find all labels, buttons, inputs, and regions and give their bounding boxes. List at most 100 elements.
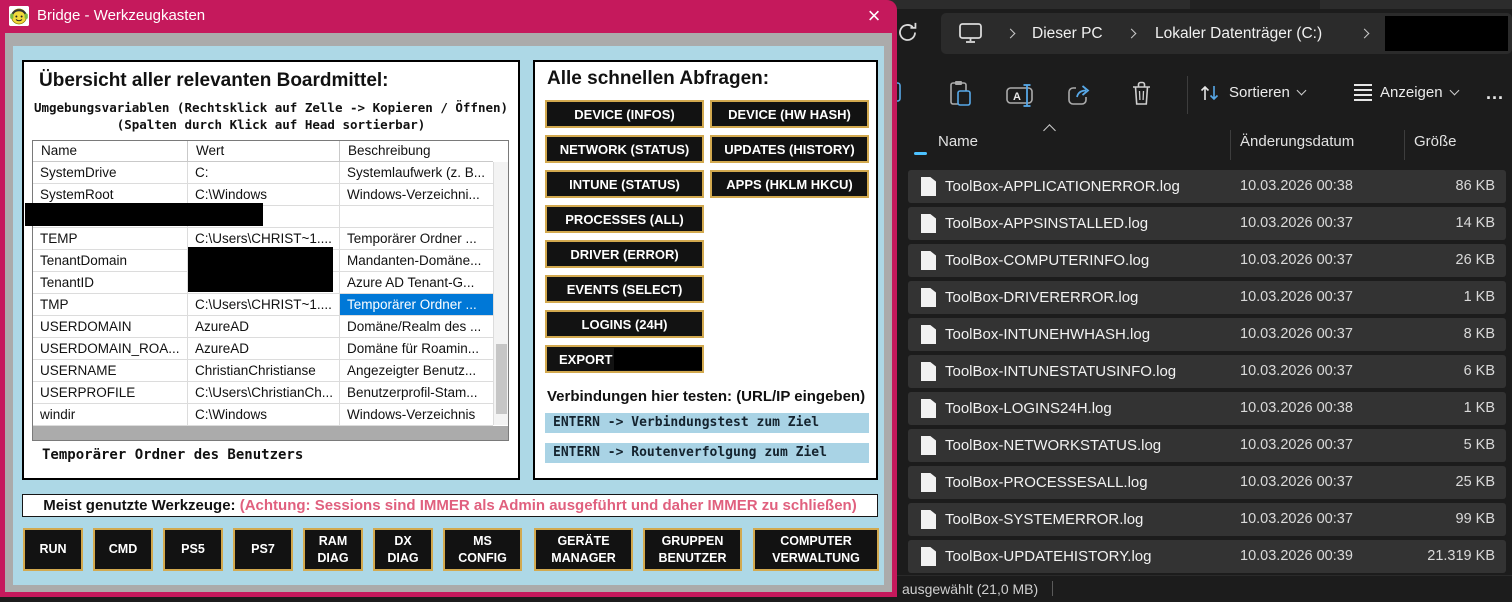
quick-query-button[interactable]: NETWORK (STATUS)	[545, 135, 704, 163]
tool-button[interactable]: GRUPPEN BENUTZER	[643, 528, 742, 571]
env-cell-name[interactable]: USERNAME	[33, 360, 188, 382]
env-column-wert[interactable]: Wert	[188, 141, 340, 162]
tool-button[interactable]: PS7	[233, 528, 293, 571]
env-cell-wert[interactable]: C:\Windows	[188, 404, 340, 426]
file-row[interactable]: ToolBox-UPDATEHISTORY.log10.03.2026 00:3…	[908, 540, 1506, 573]
column-divider[interactable]	[1230, 130, 1231, 160]
quick-query-button[interactable]: LOGINS (24H)	[545, 310, 704, 338]
file-row[interactable]: ToolBox-INTUNESTATUSINFO.log10.03.2026 0…	[908, 355, 1506, 388]
paste-icon[interactable]	[948, 79, 973, 113]
env-cell-name[interactable]: TenantDomain	[33, 250, 188, 272]
file-row[interactable]: ToolBox-APPLICATIONERROR.log10.03.2026 0…	[908, 170, 1506, 203]
env-column-name[interactable]: Name	[33, 141, 188, 162]
env-cell-wert[interactable]: AzureAD	[188, 316, 340, 338]
quick-query-button[interactable]: DEVICE (INFOS)	[545, 100, 704, 128]
env-cell-wert[interactable]: ChristianChristianse	[188, 360, 340, 382]
file-row[interactable]: ToolBox-DRIVERERROR.log10.03.2026 00:371…	[908, 281, 1506, 314]
more-options-button[interactable]: ...	[1486, 83, 1504, 104]
env-cell-beschreibung[interactable]: Benutzerprofil-Stam...	[340, 382, 493, 404]
column-header-size[interactable]: Größe	[1414, 133, 1457, 150]
env-cell-beschreibung[interactable]	[340, 206, 493, 228]
tool-button[interactable]: PS5	[163, 528, 223, 571]
close-icon[interactable]: ×	[856, 2, 892, 31]
env-cell-beschreibung[interactable]: Windows-Verzeichni...	[340, 184, 493, 206]
env-cell-beschreibung[interactable]: Azure AD Tenant-G...	[340, 272, 493, 294]
quick-query-button[interactable]: PROCESSES (ALL)	[545, 205, 704, 233]
env-cell-name[interactable]: USERDOMAIN_ROA...	[33, 338, 188, 360]
rename-icon[interactable]: A	[1006, 83, 1037, 113]
env-table-row[interactable]: SystemDriveC:Systemlaufwerk (z. B...	[33, 162, 493, 184]
breadcrumb-drive-c[interactable]: Lokaler Datenträger (C:)	[1155, 13, 1322, 54]
env-cell-beschreibung[interactable]: Domäne für Roamin...	[340, 338, 493, 360]
address-bar[interactable]: Dieser PC Lokaler Datenträger (C:)	[941, 13, 1512, 54]
table-vertical-scrollbar[interactable]	[493, 162, 508, 425]
file-row[interactable]: ToolBox-PROCESSESALL.log10.03.2026 00:37…	[908, 466, 1506, 499]
env-cell-name[interactable]: TMP	[33, 294, 188, 316]
env-cell-beschreibung[interactable]: Mandanten-Domäne...	[340, 250, 493, 272]
delete-icon[interactable]	[1130, 80, 1153, 113]
file-row[interactable]: ToolBox-NETWORKSTATUS.log10.03.2026 00:3…	[908, 429, 1506, 462]
file-size: 86 KB	[1456, 170, 1496, 203]
env-table-row[interactable]: windirC:\WindowsWindows-Verzeichnis	[33, 404, 493, 426]
env-cell-beschreibung[interactable]: Domäne/Realm des ...	[340, 316, 493, 338]
env-cell-wert[interactable]: C:\Users\ChristianCh...	[188, 382, 340, 404]
sort-ascending-icon	[1043, 124, 1056, 137]
env-cell-name[interactable]: TenantID	[33, 272, 188, 294]
file-row[interactable]: ToolBox-LOGINS24H.log10.03.2026 00:381 K…	[908, 392, 1506, 425]
view-button[interactable]: Anzeigen	[1354, 60, 1458, 125]
env-table-row[interactable]: USERPROFILEC:\Users\ChristianCh...Benutz…	[33, 382, 493, 404]
tool-button[interactable]: RAM DIAG	[303, 528, 363, 571]
quick-query-button[interactable]: APPS (HKLM HKCU)	[710, 170, 869, 198]
route-trace-input[interactable]	[545, 443, 869, 463]
column-header-name[interactable]: Name	[938, 133, 978, 150]
env-cell-beschreibung[interactable]: Windows-Verzeichnis	[340, 404, 493, 426]
env-column-beschreibung[interactable]: Beschreibung	[340, 141, 493, 162]
quick-query-button[interactable]: UPDATES (HISTORY)	[710, 135, 869, 163]
env-cell-wert[interactable]: C:	[188, 162, 340, 184]
env-cell-beschreibung[interactable]: Temporärer Ordner ...	[340, 294, 493, 316]
select-all-indicator[interactable]	[914, 152, 927, 155]
env-cell-name[interactable]: windir	[33, 404, 188, 426]
tool-button[interactable]: CMD	[93, 528, 153, 571]
scrollbar-thumb[interactable]	[496, 344, 507, 414]
env-cell-beschreibung[interactable]: Angezeigter Benutz...	[340, 360, 493, 382]
file-row[interactable]: ToolBox-APPSINSTALLED.log10.03.2026 00:3…	[908, 207, 1506, 240]
env-cell-beschreibung[interactable]: Systemlaufwerk (z. B...	[340, 162, 493, 184]
quick-query-button[interactable]: DEVICE (HW HASH)	[710, 100, 869, 128]
env-table-row[interactable]: USERNAMEChristianChristianseAngezeigter …	[33, 360, 493, 382]
env-cell-wert[interactable]: C:\Users\CHRIST~1....	[188, 294, 340, 316]
env-cell-wert[interactable]: AzureAD	[188, 338, 340, 360]
env-cell-name[interactable]: TEMP	[33, 228, 188, 250]
table-horizontal-scrollbar[interactable]	[33, 426, 508, 440]
sort-button[interactable]: Sortieren	[1198, 60, 1305, 125]
quick-query-button[interactable]: INTUNE (STATUS)	[545, 170, 704, 198]
share-icon[interactable]	[1066, 82, 1093, 112]
tool-button[interactable]: MS CONFIG	[443, 528, 522, 571]
column-divider[interactable]	[1404, 130, 1405, 160]
column-header-date[interactable]: Änderungsdatum	[1240, 133, 1354, 150]
breadcrumb-dieser-pc[interactable]: Dieser PC	[1032, 13, 1103, 54]
env-table-row[interactable]: USERDOMAINAzureADDomäne/Realm des ...	[33, 316, 493, 338]
quick-query-button[interactable]: EVENTS (SELECT)	[545, 275, 704, 303]
env-table-row[interactable]: TMPC:\Users\CHRIST~1....Temporärer Ordne…	[33, 294, 493, 316]
title-bar[interactable]: Bridge - Werkzeugkasten ×	[0, 0, 897, 33]
file-size: 6 KB	[1464, 355, 1495, 388]
file-name: ToolBox-NETWORKSTATUS.log	[945, 429, 1161, 462]
env-table-row[interactable]: USERDOMAIN_ROA...AzureADDomäne für Roami…	[33, 338, 493, 360]
tool-button[interactable]: DX DIAG	[373, 528, 433, 571]
quick-query-button[interactable]: DRIVER (ERROR)	[545, 240, 704, 268]
file-size: 8 KB	[1464, 318, 1495, 351]
tool-button[interactable]: RUN	[23, 528, 83, 571]
env-cell-name[interactable]: USERPROFILE	[33, 382, 188, 404]
refresh-icon[interactable]	[896, 21, 920, 45]
tool-button[interactable]: GERÄTE MANAGER	[534, 528, 633, 571]
file-row[interactable]: ToolBox-SYSTEMERROR.log10.03.2026 00:379…	[908, 503, 1506, 536]
connection-test-input[interactable]	[545, 413, 869, 433]
tool-button[interactable]: COMPUTER VERWALTUNG	[753, 528, 879, 571]
env-cell-name[interactable]: SystemDrive	[33, 162, 188, 184]
file-row[interactable]: ToolBox-INTUNEHWHASH.log10.03.2026 00:37…	[908, 318, 1506, 351]
file-icon	[921, 399, 936, 418]
env-cell-beschreibung[interactable]: Temporärer Ordner ...	[340, 228, 493, 250]
file-row[interactable]: ToolBox-COMPUTERINFO.log10.03.2026 00:37…	[908, 244, 1506, 277]
env-cell-name[interactable]: USERDOMAIN	[33, 316, 188, 338]
